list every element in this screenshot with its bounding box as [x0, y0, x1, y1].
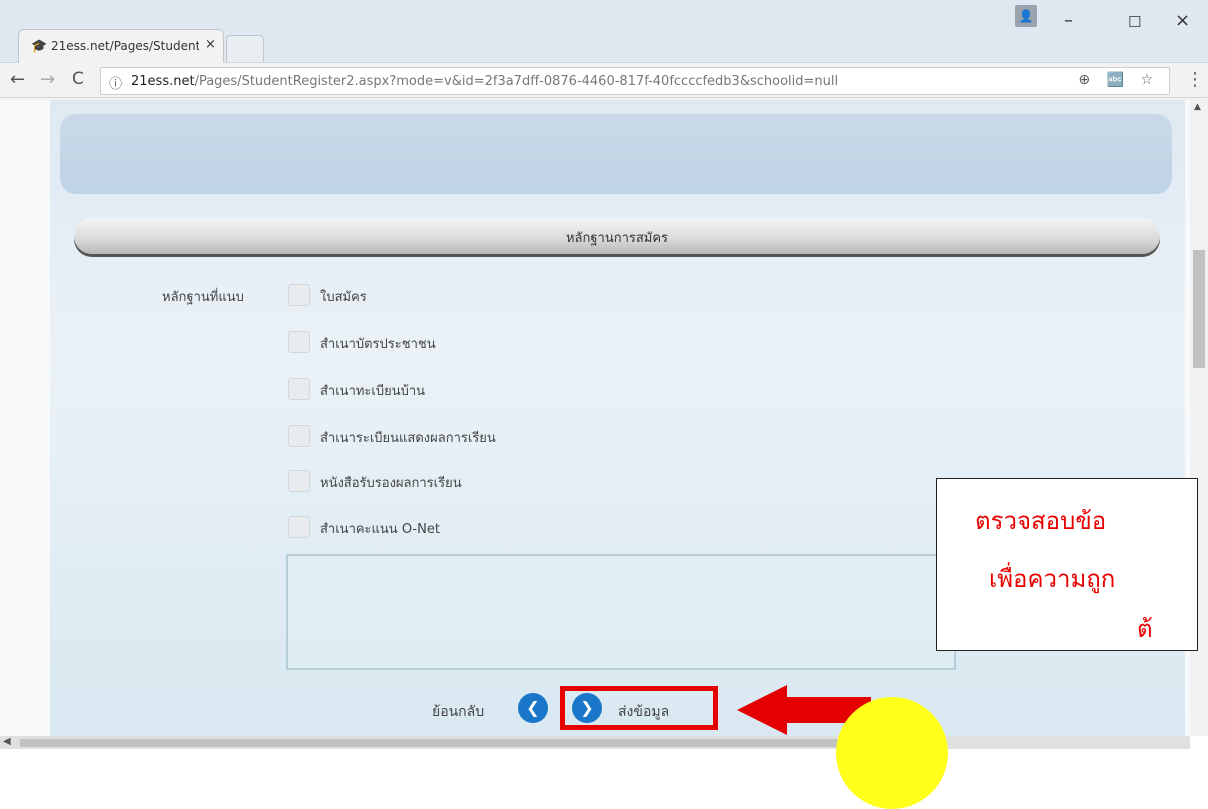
graduation-cap-icon: 🎓	[31, 39, 48, 54]
browser-tab[interactable]: 🎓 21ess.net/Pages/Student ×	[18, 29, 224, 63]
horizontal-scrollbar[interactable]: ◀	[0, 736, 1190, 749]
scroll-left-icon[interactable]: ◀	[3, 736, 11, 747]
option-label: สำเนาทะเบียนบ้าน	[320, 384, 426, 399]
top-panel-band	[60, 114, 1172, 194]
url-domain: 21ess.net	[131, 74, 195, 89]
option-label: สำเนาคะแนน O-Net	[320, 522, 440, 537]
pointer-arrow-head	[737, 685, 787, 735]
reload-icon[interactable]: C	[72, 69, 84, 89]
close-window-button[interactable]: ×	[1175, 10, 1190, 31]
checkbox-application-form[interactable]	[288, 284, 310, 306]
option-label: สำเนาระเบียนแสดงผลการเรียน	[320, 431, 496, 446]
notes-textarea[interactable]	[286, 554, 956, 670]
checkbox-id-card-copy[interactable]	[288, 331, 310, 353]
forward-arrow-icon[interactable]: →	[40, 69, 55, 90]
url-text[interactable]: 21ess.net/Pages/StudentRegister2.aspx?mo…	[131, 74, 838, 89]
url-path: /Pages/StudentRegister2.aspx?mode=v&id=2…	[194, 74, 839, 89]
tab-title: 21ess.net/Pages/Student	[51, 39, 199, 53]
maximize-button[interactable]: ☐	[1128, 13, 1141, 31]
callout-line-2: เพื่อความถูก	[989, 565, 1116, 593]
scroll-up-icon[interactable]: ▲	[1194, 102, 1201, 112]
checkbox-house-registration-copy[interactable]	[288, 378, 310, 400]
section-header: หลักฐานการสมัคร	[74, 218, 1160, 254]
minimize-button[interactable]: –	[1064, 10, 1073, 31]
tab-close-icon[interactable]: ×	[205, 37, 216, 52]
browser-menu-icon[interactable]: ⋮	[1186, 69, 1204, 90]
new-tab-button[interactable]	[226, 35, 264, 62]
horizontal-scrollbar-thumb[interactable]	[20, 739, 880, 747]
scrollbar-thumb[interactable]	[1193, 250, 1205, 368]
back-arrow-icon[interactable]: ❮	[518, 693, 548, 723]
callout-line-3: ต้	[1137, 615, 1153, 643]
back-link[interactable]: ย้อนกลับ	[432, 701, 484, 723]
option-label: สำเนาบัตรประชาชน	[320, 337, 436, 352]
user-profile-icon[interactable]: 👤	[1015, 5, 1037, 27]
tab-strip: 🎓 21ess.net/Pages/Student × 👤 – ☐ ×	[0, 0, 1208, 63]
address-bar-tools-icons[interactable]: ⊕ 🔤 ☆	[1078, 72, 1159, 88]
option-label: ใบสมัคร	[320, 290, 367, 305]
checkbox-certificate-letter[interactable]	[288, 470, 310, 492]
site-info-icon[interactable]: ⓘ	[109, 73, 122, 92]
highlight-box	[560, 686, 718, 730]
checkbox-onet-score-copy[interactable]	[288, 516, 310, 538]
browser-toolbar: ← → C ⓘ 21ess.net/Pages/StudentRegister2…	[0, 63, 1208, 98]
yellow-marker	[836, 697, 948, 809]
browser-chrome: 🎓 21ess.net/Pages/Student × 👤 – ☐ × ← → …	[0, 0, 1208, 100]
checkbox-transcript-copy[interactable]	[288, 425, 310, 447]
back-arrow-icon[interactable]: ←	[10, 69, 25, 90]
section-title: หลักฐานการสมัคร	[565, 231, 669, 246]
attachments-label: หลักฐานที่แนบ	[162, 290, 244, 305]
callout-line-1: ตรวจสอบข้อ	[975, 507, 1107, 535]
address-bar[interactable]: ⓘ 21ess.net/Pages/StudentRegister2.aspx?…	[100, 67, 1170, 95]
option-label: หนังสือรับรองผลการเรียน	[320, 476, 462, 491]
annotation-callout: ตรวจสอบข้อ เพื่อความถูก ต้	[936, 478, 1198, 651]
